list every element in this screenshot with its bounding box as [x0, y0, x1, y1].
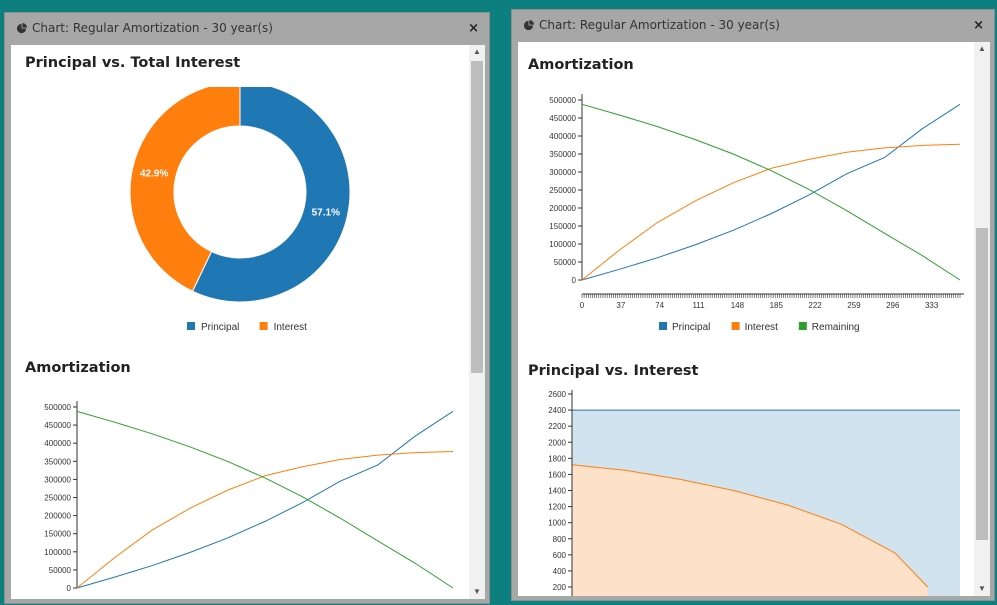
x-tick-label: 259: [847, 301, 861, 310]
amortization-chart-title: Amortization: [25, 360, 131, 376]
scroll-down-icon[interactable]: ▼: [469, 585, 485, 599]
legend-label-interest: Interest: [745, 322, 779, 333]
amortization-line-chart: 0 50000 100000 150000 200000 250000 300000 3500…: [44, 401, 454, 593]
y-tick-label: 50000: [49, 566, 72, 575]
series-line-principal: [76, 410, 454, 589]
chart-window-right: Chart: Regular Amortization - 30 year(s)…: [511, 9, 995, 601]
y-tick-label: 200000: [44, 512, 71, 521]
y-tick-label: 1200: [548, 503, 566, 512]
legend-swatch-remaining: [798, 322, 807, 330]
scroll-down-icon[interactable]: ▼: [974, 582, 990, 596]
pie-data-label-principal: 57.1%: [312, 207, 340, 218]
y-tick-label: 800: [553, 535, 567, 544]
y-tick-label: 100000: [549, 240, 576, 249]
series-line-principal: [581, 103, 961, 281]
y-tick-label: 150000: [44, 530, 71, 539]
scroll-up-icon[interactable]: ▲: [469, 45, 485, 59]
y-tick-label: 500000: [44, 403, 71, 412]
pie-chart-icon: [523, 19, 534, 30]
y-tick-label: 250000: [549, 186, 576, 195]
close-icon[interactable]: ×: [973, 18, 984, 33]
series-line-interest: [76, 451, 454, 589]
window-title: Chart: Regular Amortization - 30 year(s): [539, 18, 780, 32]
legend-swatch-principal: [187, 322, 195, 330]
series-line-remaining: [76, 410, 454, 589]
principal-vs-interest-area-chart: 200 400 600 800 1000 1200 1400 1600 1800 2000 2200…: [548, 390, 960, 596]
y-tick-label: 450000: [44, 421, 71, 430]
chart-window-left: Chart: Regular Amortization - 30 year(s)…: [4, 12, 490, 604]
y-tick-label: 1600: [548, 470, 566, 479]
legend-label-interest: Interest: [274, 322, 308, 333]
y-tick-label: 400: [553, 567, 567, 576]
pie-chart: 57.1% 42.9% Principal Interest: [129, 87, 351, 333]
scroll-up-icon[interactable]: ▲: [974, 42, 990, 56]
x-tick-label: 37: [616, 301, 625, 310]
window-content[interactable]: Amortization 0 50000 100000 150000 200000 250…: [518, 42, 990, 596]
y-tick-label: 400000: [549, 132, 576, 141]
y-tick-label: 300000: [44, 475, 71, 484]
x-tick-label: 222: [808, 301, 822, 310]
window-titlebar[interactable]: Chart: Regular Amortization - 30 year(s)…: [512, 10, 994, 40]
series-line-interest: [581, 143, 961, 281]
y-tick-label: 1400: [548, 487, 566, 496]
scrollbar-thumb[interactable]: [471, 61, 483, 373]
window-titlebar[interactable]: Chart: Regular Amortization - 30 year(s)…: [5, 13, 489, 43]
y-tick-label: 200000: [549, 204, 576, 213]
legend-swatch-interest: [259, 322, 268, 330]
y-tick-label: 350000: [549, 150, 576, 159]
y-tick-label: 350000: [44, 457, 71, 466]
x-tick-label: 111: [692, 301, 705, 310]
x-tick-label: 0: [580, 301, 585, 310]
y-tick-label: 300000: [549, 168, 576, 177]
y-tick-label: 2600: [548, 390, 566, 399]
x-tick-label: 74: [655, 301, 664, 310]
legend-swatch-interest: [731, 322, 740, 330]
scrollbar-thumb[interactable]: [976, 228, 988, 540]
amortization-chart-title: Amortization: [528, 57, 634, 73]
y-tick-label: 2200: [548, 422, 566, 431]
y-tick-label: 150000: [549, 222, 576, 231]
pie-data-label-interest: 42.9%: [140, 169, 168, 180]
y-tick-label: 200: [553, 583, 567, 592]
y-tick-label: 400000: [44, 439, 71, 448]
pie-chart-icon: [16, 22, 27, 33]
y-tick-label: 600: [553, 551, 567, 560]
y-tick-label: 0: [572, 276, 577, 285]
y-tick-label: 500000: [549, 96, 576, 105]
y-tick-label: 0: [67, 584, 72, 593]
y-tick-label: 2000: [548, 438, 566, 447]
x-tick-label: 296: [886, 301, 900, 310]
window-content[interactable]: Principal vs. Total Interest 57.1% 42.9% P…: [11, 45, 485, 599]
legend-swatch-principal: [659, 322, 667, 330]
scrollbar[interactable]: ▲ ▼: [974, 42, 990, 596]
x-tick-label: 185: [770, 301, 784, 310]
y-tick-label: 50000: [554, 258, 577, 267]
series-line-remaining: [581, 103, 961, 281]
amortization-line-chart: 0 50000 100000 150000 200000 250000 300000 3500…: [549, 94, 964, 333]
y-tick-label: 100000: [44, 548, 71, 557]
x-tick-label: 333: [925, 301, 939, 310]
legend-label-remaining: Remaining: [812, 322, 860, 333]
scrollbar[interactable]: ▲ ▼: [469, 45, 485, 599]
pie-chart-title: Principal vs. Total Interest: [25, 55, 241, 71]
y-tick-label: 1800: [548, 454, 566, 463]
y-tick-label: 2400: [548, 406, 566, 415]
legend-label-principal: Principal: [672, 322, 710, 333]
pvi-chart-title: Principal vs. Interest: [528, 363, 699, 379]
window-title: Chart: Regular Amortization - 30 year(s): [32, 21, 273, 35]
x-tick-label: 148: [731, 301, 745, 310]
y-tick-label: 1000: [548, 519, 566, 528]
legend-label-principal: Principal: [201, 322, 239, 333]
close-icon[interactable]: ×: [468, 21, 479, 36]
y-tick-label: 250000: [44, 494, 71, 503]
y-tick-label: 450000: [549, 114, 576, 123]
